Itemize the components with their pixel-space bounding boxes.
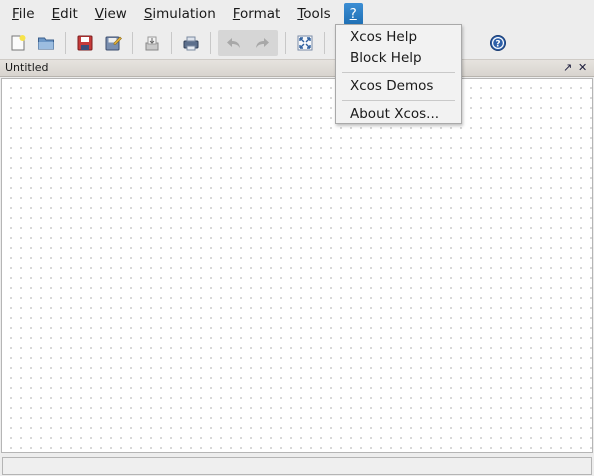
help-icon[interactable]: ?: [487, 32, 509, 54]
toolbar-separator: [324, 32, 325, 54]
menu-item-xcos-help[interactable]: Xcos Help: [336, 27, 461, 48]
diagram-canvas[interactable]: [1, 78, 593, 453]
export-icon[interactable]: [141, 32, 163, 54]
menu-file-mnemonic: F: [12, 5, 19, 22]
undo-icon[interactable]: [223, 32, 245, 54]
toolbar-separator: [132, 32, 133, 54]
menu-view-mnemonic: V: [94, 5, 104, 22]
save-as-icon[interactable]: [102, 32, 124, 54]
toolbar-separator: [210, 32, 211, 54]
document-title: Untitled: [5, 61, 49, 74]
close-icon[interactable]: ✕: [578, 60, 587, 76]
undock-icon[interactable]: ↗: [563, 60, 572, 76]
svg-text:?: ?: [495, 40, 500, 50]
menu-separator: [342, 100, 455, 101]
menu-tools-label: ools: [303, 5, 331, 22]
menu-format[interactable]: Format: [226, 3, 288, 25]
new-diagram-icon[interactable]: [7, 32, 29, 54]
fit-diagram-icon[interactable]: [294, 32, 316, 54]
document-tab-header: Untitled ↗ ✕: [0, 59, 594, 77]
menu-format-label: ormat: [240, 5, 281, 22]
menu-item-block-help[interactable]: Block Help: [336, 48, 461, 69]
toolbar-separator: [285, 32, 286, 54]
menu-view[interactable]: View: [88, 3, 134, 25]
save-icon[interactable]: [74, 32, 96, 54]
menu-edit-label: dit: [60, 5, 78, 22]
menu-bar: File Edit View Simulation Format Tools ?: [0, 0, 594, 27]
menu-help-mnemonic: ?: [349, 5, 357, 22]
menu-simulation[interactable]: Simulation: [137, 3, 223, 25]
menu-format-mnemonic: F: [232, 5, 241, 22]
menu-item-xcos-demos[interactable]: Xcos Demos: [336, 76, 461, 97]
redo-icon[interactable]: [251, 32, 273, 54]
toolbar: ?: [0, 28, 594, 58]
help-menu-dropdown: Xcos Help Block Help Xcos Demos About Xc…: [335, 24, 462, 124]
menu-tools[interactable]: Tools: [290, 3, 337, 25]
undo-redo-group: [218, 30, 278, 56]
menu-file[interactable]: File: [5, 3, 42, 25]
status-field: [2, 457, 592, 475]
toolbar-separator: [171, 32, 172, 54]
menu-edit[interactable]: Edit: [45, 3, 85, 25]
menu-view-label: iew: [103, 5, 127, 22]
menu-simulation-label: imulation: [152, 5, 216, 22]
menu-edit-mnemonic: E: [51, 5, 61, 22]
menu-file-label: ile: [18, 5, 35, 22]
open-icon[interactable]: [35, 32, 57, 54]
menu-separator: [342, 72, 455, 73]
menu-item-about-xcos[interactable]: About Xcos...: [336, 104, 461, 125]
status-bar: [0, 454, 594, 476]
toolbar-separator: [65, 32, 66, 54]
print-icon[interactable]: [180, 32, 202, 54]
menu-help[interactable]: ?: [343, 2, 363, 25]
